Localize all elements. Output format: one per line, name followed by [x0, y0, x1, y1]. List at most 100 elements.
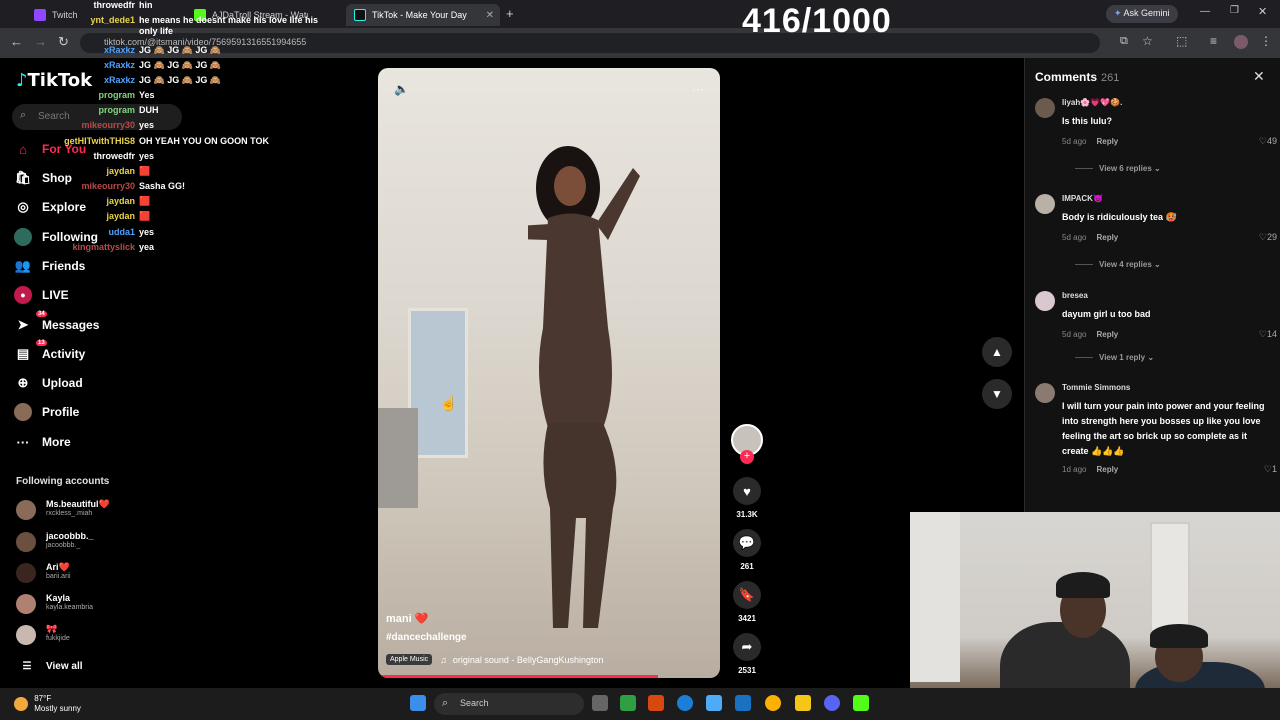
reply-button[interactable]: Reply [1096, 330, 1118, 339]
mail-icon[interactable] [735, 695, 751, 711]
heart-outline-icon: ♡ [1258, 232, 1267, 242]
close-tab-icon[interactable]: ✕ [486, 10, 494, 21]
avatar-icon [14, 228, 32, 246]
chat-msg: yes [139, 227, 155, 237]
discord-icon[interactable] [824, 695, 840, 711]
next-video-button[interactable]: ▼ [982, 379, 1012, 409]
volume-icon[interactable]: 🔈 [394, 82, 409, 96]
video-sound[interactable]: Apple Music ♫ original sound - BellyGang… [386, 654, 604, 665]
comment-text: dayum girl u too bad [1062, 309, 1151, 319]
follow-plus-icon[interactable]: + [740, 450, 754, 464]
weather-widget[interactable]: 87°F Mostly sunny [14, 694, 81, 714]
reply-button[interactable]: Reply [1096, 233, 1118, 242]
like-button[interactable]: ♥ [733, 477, 761, 505]
nav-activity[interactable]: ▤ Activity 13 [14, 340, 85, 365]
store-icon[interactable] [706, 695, 722, 711]
comment-likes[interactable]: ♡29 [1247, 232, 1277, 243]
comment-likes[interactable]: ♡1 [1247, 464, 1277, 475]
taskbar-search-label: Search [460, 698, 489, 708]
comment-count: 261 [740, 562, 754, 571]
view-replies-button[interactable]: View 4 replies ⌄ [1075, 260, 1161, 269]
install-icon[interactable]: ⧉ [1120, 35, 1128, 48]
view-replies-button[interactable]: View 6 replies ⌄ [1075, 164, 1161, 173]
nav-more[interactable]: ··· More [14, 431, 71, 453]
comment-age: 1d ago [1062, 465, 1087, 474]
previous-video-button[interactable]: ▲ [982, 337, 1012, 367]
comment-button[interactable]: 💬 [733, 529, 761, 557]
comment-item: Tommie Simmons I will turn your pain int… [1035, 383, 1277, 503]
forward-icon[interactable]: → [34, 34, 47, 49]
more-options-icon[interactable]: ··· [692, 82, 704, 96]
view-all-label: View all [46, 660, 83, 672]
chrome-icon[interactable] [765, 695, 781, 711]
windows-start-icon[interactable] [410, 695, 426, 711]
nav-profile[interactable]: Profile [14, 401, 79, 423]
reply-button[interactable]: Reply [1096, 137, 1118, 146]
comment-item: IMPACK😈 Body is ridiculously tea 🥵 5d ag… [1035, 194, 1277, 284]
comment-like-count: 1 [1271, 464, 1277, 474]
profile-avatar[interactable] [1234, 35, 1248, 49]
video-hashtag[interactable]: #dancechallenge [386, 632, 467, 643]
nav-live[interactable]: ● LIVE [14, 284, 69, 306]
weather-temp: 87°F [34, 694, 52, 703]
avatar [16, 625, 36, 645]
extensions-icon[interactable]: ⬚ [1176, 34, 1187, 48]
avatar[interactable] [1035, 194, 1055, 214]
comment-user[interactable]: bresea [1062, 291, 1088, 300]
comment-user[interactable]: Tommie Simmons [1062, 383, 1130, 392]
nav-friends[interactable]: 👥 Friends [14, 255, 85, 277]
video-player[interactable]: 🔈 ··· mani ❤️ #dancechallenge Apple Musi… [378, 68, 720, 678]
maximize-icon[interactable]: ❐ [1230, 5, 1239, 16]
heart-outline-icon: ♡ [1263, 464, 1272, 474]
task-view-icon[interactable] [592, 695, 608, 711]
copilot-icon[interactable] [648, 695, 664, 711]
avatar[interactable] [1035, 98, 1055, 118]
view-replies-button[interactable]: View 1 reply ⌄ [1075, 353, 1154, 362]
view-all-link[interactable]: ☰ View all [18, 655, 83, 677]
close-window-icon[interactable]: ✕ [1258, 5, 1267, 18]
edge-icon[interactable] [677, 695, 693, 711]
view-replies-label: View 6 replies [1099, 164, 1152, 173]
reply-button[interactable]: Reply [1096, 465, 1118, 474]
comment-user[interactable]: liyah🌸💗💖🍪. [1062, 98, 1122, 107]
tab-tiktok[interactable]: TikTok - Make Your Day ✕ [346, 4, 500, 26]
webcam-door [1150, 522, 1190, 632]
friends-icon: 👥 [14, 258, 32, 273]
video-progress-bar[interactable] [378, 675, 659, 678]
sound-name: original sound - BellyGangKushington [452, 654, 604, 665]
comment-likes[interactable]: ♡49 [1247, 136, 1277, 147]
chat-msg: yea [139, 242, 155, 252]
save-button[interactable]: 🔖 [733, 581, 761, 609]
avatar[interactable] [1035, 383, 1055, 403]
minimize-icon[interactable]: — [1200, 6, 1210, 17]
live-icon: ● [14, 286, 32, 304]
nav-upload[interactable]: ⊕ Upload [14, 372, 83, 394]
new-tab-icon[interactable]: + [506, 6, 514, 21]
video-author[interactable]: mani ❤️ [386, 612, 428, 625]
chat-user: getHITwithTHIS8 [64, 136, 135, 146]
taskbar-search[interactable]: ⌕ Search [434, 693, 584, 715]
file-explorer-icon[interactable] [795, 695, 811, 711]
share-button[interactable]: ➦ [733, 633, 761, 661]
comment-item: liyah🌸💗💖🍪. Is this lulu? 5d ago Reply ♡49… [1035, 98, 1277, 188]
back-icon[interactable]: ← [10, 34, 23, 49]
chat-msg: yes [139, 120, 155, 130]
app-v-icon[interactable] [620, 695, 636, 711]
chat-user: xRaxkz [103, 60, 135, 70]
avatar[interactable] [1035, 291, 1055, 311]
nav-messages[interactable]: ➤ Messages 34 [14, 311, 100, 336]
heart-outline-icon: ♡ [1258, 136, 1267, 146]
kick-app-icon[interactable] [853, 695, 869, 711]
chat-line: xRaxkz JG 🙈 JG 🙈 JG 🙈 [55, 45, 221, 56]
weather-condition: Mostly sunny [34, 704, 81, 713]
bookmark-star-icon[interactable]: ☆ [1142, 34, 1153, 48]
nav-label: Messages [42, 318, 100, 332]
chat-line: mikeourry30 yes [55, 120, 154, 130]
comment-user[interactable]: IMPACK😈 [1062, 194, 1103, 203]
close-comments-icon[interactable]: ✕ [1253, 68, 1265, 85]
ask-gemini-button[interactable]: ✦ Ask Gemini [1106, 5, 1178, 23]
chat-msg: 🟥 [139, 166, 151, 176]
comment-likes[interactable]: ♡14 [1247, 329, 1277, 340]
browser-menu-icon[interactable]: ⋮ [1260, 34, 1272, 48]
tab-search-icon[interactable]: ≡ [1210, 34, 1217, 48]
